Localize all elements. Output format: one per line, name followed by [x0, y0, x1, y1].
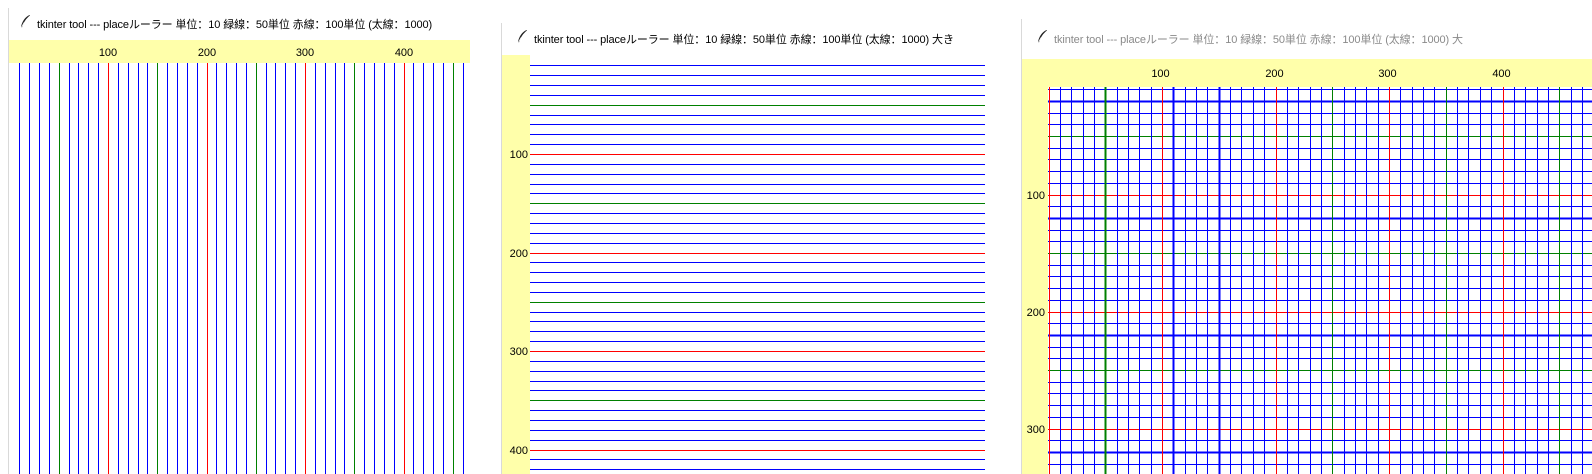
title-bar[interactable]: tkinter tool --- placeルーラー 単位：10 緑線：50単位…	[1022, 19, 1592, 59]
feather-icon	[1036, 30, 1048, 49]
ruler-canvas[interactable]: 100 200 300 400	[502, 55, 985, 474]
ruler-tick-label: 100	[510, 149, 528, 161]
window-title: tkinter tool --- placeルーラー 単位：10 緑線：50単位…	[1054, 34, 1463, 46]
title-bar[interactable]: tkinter tool --- placeルーラー 単位：10 緑線：50単位…	[502, 23, 985, 55]
ruler-canvas[interactable]: 100 200 300 400	[9, 40, 470, 474]
ruler-tick-label: 200	[1027, 307, 1045, 319]
grid-ruler-window: tkinter tool --- placeルーラー 単位：10 緑線：50単位…	[1021, 19, 1592, 474]
feather-icon	[516, 30, 528, 49]
left-ruler	[502, 55, 530, 474]
vertical-ruler-window: tkinter tool --- placeルーラー 単位：10 緑線：50単位…	[8, 8, 470, 474]
window-title: tkinter tool --- placeルーラー 単位：10 緑線：50単位…	[37, 19, 433, 31]
ruler-tick-label: 400	[395, 47, 413, 59]
ruler-tick-label: 200	[198, 47, 216, 59]
ruler-tick-label: 300	[1027, 424, 1045, 436]
ruler-tick-label: 100	[1151, 68, 1169, 80]
ruler-tick-label: 100	[1027, 190, 1045, 202]
title-bar[interactable]: tkinter tool --- placeルーラー 単位：10 緑線：50単位…	[9, 8, 470, 40]
ruler-tick-label: 100	[99, 47, 117, 59]
ruler-canvas[interactable]: 100 200 300 400 100 200 300	[1022, 59, 1592, 474]
ruler-tick-label: 300	[296, 47, 314, 59]
ruler-tick-label: 200	[510, 248, 528, 260]
ruler-tick-label: 200	[1265, 68, 1283, 80]
ruler-tick-label: 300	[1378, 68, 1396, 80]
ruler-tick-label: 400	[1492, 68, 1510, 80]
left-ruler	[1022, 59, 1048, 474]
horizontal-ruler-window: tkinter tool --- placeルーラー 単位：10 緑線：50単位…	[501, 23, 985, 474]
window-title: tkinter tool --- placeルーラー 単位：10 緑線：50単位…	[534, 34, 954, 46]
ruler-tick-label: 300	[510, 346, 528, 358]
feather-icon	[19, 15, 31, 34]
ruler-tick-label: 400	[510, 445, 528, 457]
